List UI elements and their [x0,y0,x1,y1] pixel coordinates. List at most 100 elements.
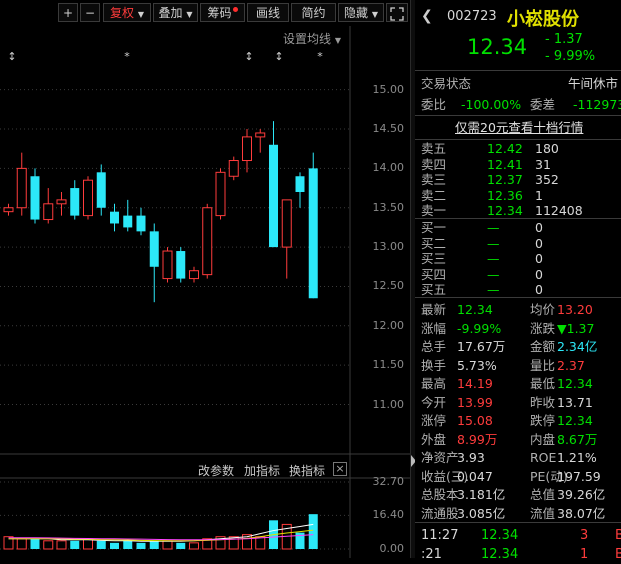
stats-row: 最新 12.34 均价 13.20 [415,300,621,319]
bid-volume: 0 [535,251,543,266]
candle-body [70,188,80,216]
zoom-out-button[interactable]: − [80,3,100,22]
ask-label: 卖三 [421,172,447,187]
stock-code: 002723 [447,9,497,24]
bid-row[interactable]: 买四 — 0 [415,267,621,283]
jianyue-button[interactable]: 简约 [291,3,336,22]
price-tick-label: 12.00 [372,318,405,332]
fullscreen-button[interactable] [386,3,408,22]
close-indicator-button[interactable]: × [333,462,347,476]
ask-label: 卖四 [421,156,447,172]
price-tick-label: 13.00 [372,240,405,254]
ask-price: 12.34 [487,203,523,218]
bid-row[interactable]: 买二 — 0 [415,236,621,252]
change-params-link[interactable]: 改参数 [198,462,234,479]
volume-bar [136,542,146,549]
stat-label: 今开 [421,394,447,410]
bid-row[interactable]: 买一 — 0 [415,220,621,236]
event-marker: * [317,50,323,63]
candle-body [43,203,54,221]
tick-time: 11:27 [421,528,459,543]
huaxian-button[interactable]: 画线 [247,3,289,22]
tick-side: B [615,547,621,562]
ask-row[interactable]: 卖二 12.36 1 [415,188,621,204]
price-tick-label: 11.00 [372,397,405,411]
stat-label: 总值 [530,487,556,502]
candle-body [123,215,133,228]
bid-row[interactable]: 买五 — 0 [415,282,621,298]
diejia-label: 叠加 [158,6,183,20]
divider [415,139,621,140]
stat-value: 5.73% [457,357,497,373]
ask-row[interactable]: 卖五 12.42 180 [415,141,621,157]
ask-volume: 112408 [535,203,583,218]
stat-label: 最低 [530,376,556,391]
ask-label: 卖五 [421,141,447,156]
status-label: 交易状态 [421,76,472,91]
bid-price: — [487,282,500,297]
candle-body [176,251,186,279]
prev-stock-icon[interactable]: ❮ [421,8,433,24]
event-marker: ↕ [7,50,16,63]
volume-bar [176,542,186,549]
bid-label: 买五 [421,282,447,297]
stat-value: 17.67万 [457,339,506,354]
ask-row[interactable]: 卖一 12.34 112408 [415,203,621,219]
yincang-label: 隐藏 [344,6,369,20]
kline-chart-area[interactable]: 设置均线 ▼ ↕ * ↕ ↕ * 15.00 14.50 14.00 13.50 13.00 12… [0,26,410,558]
level2-promo-link[interactable]: 仅需20元查看十档行情 [455,118,583,137]
candle-body [83,179,93,217]
stat-value: 14.19 [457,376,493,391]
add-indicator-link[interactable]: 加指标 [244,462,280,479]
candle-body [162,250,173,280]
ask-price: 12.37 [487,172,523,187]
tick-price: 12.34 [481,547,519,562]
stat-label: 净资产 [421,450,459,465]
price-tick-label: 14.00 [372,161,405,175]
stat-label: 最高 [421,376,447,391]
candle-body [242,136,252,162]
price-tick-label: 14.50 [372,122,405,136]
ask-label: 卖一 [421,203,447,218]
volume-bar [96,540,106,549]
volume-tick-label: 0.00 [379,542,405,555]
candle-body [255,132,266,138]
chouma-button[interactable]: 筹码 [200,3,245,22]
stats-row: 总手 17.67万 金额 2.34亿 [415,337,621,356]
zoom-in-button[interactable]: + [58,3,78,22]
candle-body [136,215,146,232]
price-tick-label: 13.50 [372,200,405,214]
ask-volume: 352 [535,172,559,187]
fuquan-dropdown[interactable]: 复权 ▼ [103,3,151,22]
stat-value: 12.34 [457,302,493,317]
ask-row[interactable]: 卖三 12.37 352 [415,172,621,188]
volume-bar [189,542,199,550]
tick-row: 11:27 12.34 3 B [415,526,621,545]
close-icon: × [335,462,345,475]
weicha-label: 委差 [530,97,556,112]
notification-dot-icon [232,7,238,12]
tick-row: :21 12.34 1 B [415,545,621,564]
stats-row: 涨幅 -9.99% 涨跌 ▼1.37 [415,319,621,338]
stat-label: 量比 [530,357,556,373]
ask-row[interactable]: 卖四 12.41 31 [415,157,621,173]
stat-value: 2.37 [557,357,585,373]
stat-label: 昨收 [530,394,556,410]
bid-volume: 0 [535,282,543,297]
yincang-dropdown[interactable]: 隐藏 ▼ [338,3,384,22]
bid-price: — [487,266,500,282]
price-change: - 1.37 [545,32,583,47]
diejia-dropdown[interactable]: 叠加 ▼ [153,3,198,22]
bid-row[interactable]: 买三 — 0 [415,251,621,267]
stat-label: 流值 [530,505,556,521]
stat-label: 外盘 [421,431,447,447]
bid-label: 买三 [421,251,447,266]
switch-indicator-link[interactable]: 换指标 [289,462,325,479]
candle-body [202,207,213,276]
chevron-down-icon: ▼ [137,10,144,19]
last-price: 12.34 [467,35,528,59]
stat-label: ROE [530,450,557,465]
candle-body [96,172,106,208]
candle-body [30,176,40,220]
candle-body [189,270,199,280]
